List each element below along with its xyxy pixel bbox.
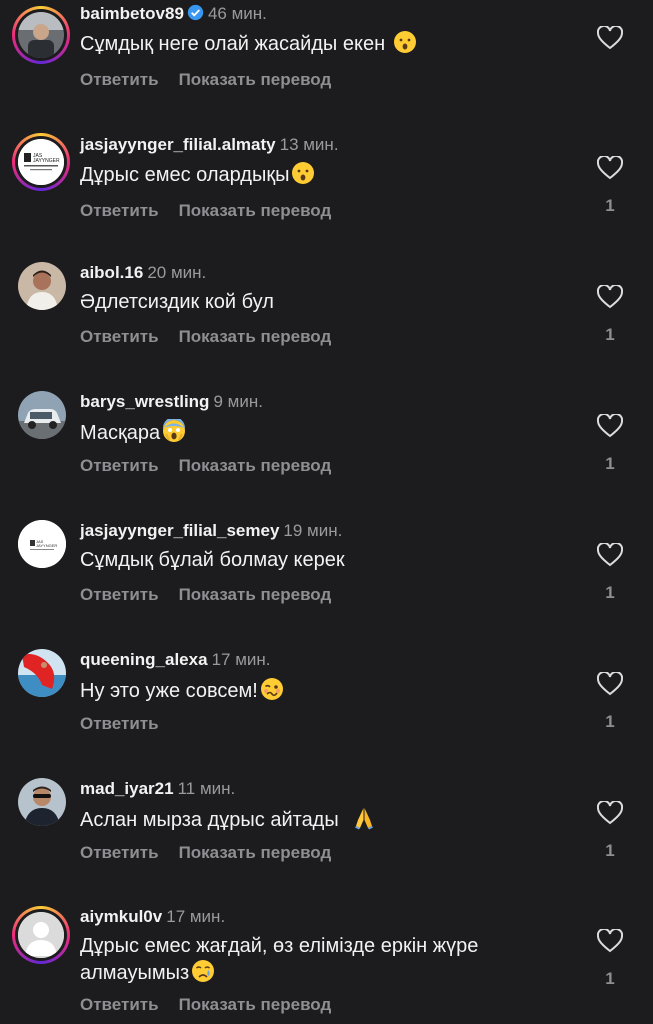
heart-icon[interactable] (597, 156, 623, 180)
man-sunglasses-avatar (18, 778, 66, 826)
like-count[interactable]: 1 (596, 583, 624, 603)
reply-button[interactable]: Ответить (80, 714, 159, 733)
like-count[interactable]: 1 (596, 454, 624, 474)
username[interactable]: jasjayynger_filial.almaty (80, 135, 276, 154)
show-translation-button[interactable]: Показать перевод (179, 843, 332, 862)
reply-button[interactable]: Ответить (80, 843, 159, 862)
username[interactable]: mad_iyar21 (80, 779, 174, 798)
username[interactable]: aibol.16 (80, 263, 143, 282)
show-translation-button[interactable]: Показать перевод (179, 201, 332, 220)
like-count[interactable]: 1 (596, 325, 624, 345)
folded-hands-icon (355, 808, 374, 830)
crying-face-icon (192, 960, 215, 982)
man-in-car-avatar (18, 12, 64, 58)
username[interactable]: barys_wrestling (80, 392, 209, 411)
avatar[interactable] (12, 778, 70, 836)
show-translation-button[interactable]: Показать перевод (179, 585, 332, 604)
username[interactable]: jasjayynger_filial_semey (80, 521, 279, 540)
comment-text: Әдлетсиздик кой бул (80, 291, 274, 313)
avatar[interactable]: JAS JAYYNGER (12, 520, 70, 578)
like-count[interactable]: 1 (596, 196, 624, 216)
reply-button[interactable]: Ответить (80, 585, 159, 604)
hushed-face-icon (393, 31, 416, 53)
reply-button[interactable]: Ответить (80, 327, 159, 346)
comment-text: Аслан мырза дұрыс айтады (80, 806, 550, 833)
avatar[interactable]: JAS JAYYNGER (12, 133, 70, 191)
comment-time: 13 мин. (279, 135, 339, 154)
hushed-face-icon (292, 162, 315, 184)
show-translation-button[interactable]: Показать перевод (179, 995, 332, 1014)
comment-time: 46 мин. (207, 4, 267, 23)
comment-text: Сұмдық бұлай болмау керек (80, 549, 345, 571)
avatar[interactable] (12, 6, 70, 64)
heart-icon[interactable] (597, 801, 623, 825)
avatar[interactable] (12, 649, 70, 707)
comment-time: 17 мин. (166, 907, 226, 926)
show-translation-button[interactable]: Показать перевод (179, 456, 332, 475)
reply-button[interactable]: Ответить (80, 70, 159, 89)
comment-text: Масқара (80, 419, 550, 446)
avatar[interactable] (12, 262, 70, 320)
comment-time: 17 мин. (211, 650, 271, 669)
username[interactable]: aiymkul0v (80, 907, 162, 926)
man-portrait-avatar (18, 262, 66, 310)
like-count[interactable]: 1 (596, 841, 624, 861)
heart-icon[interactable] (597, 285, 623, 309)
jas-jayynger-small-logo: JAS JAYYNGER (18, 520, 66, 568)
reply-button[interactable]: Ответить (80, 201, 159, 220)
default-user-avatar (18, 912, 64, 958)
verified-badge-icon (187, 4, 204, 21)
comment-text: Дұрыс емес олардықы (80, 161, 550, 188)
svg-text:JAYYNGER: JAYYNGER (36, 543, 57, 548)
comment-time: 11 мин. (177, 779, 236, 798)
reply-button[interactable]: Ответить (80, 995, 159, 1014)
comment-text: Дұрыс емес жағдай, өз елімізде еркін жүр… (80, 935, 479, 984)
heart-icon[interactable] (597, 543, 623, 567)
username[interactable]: baimbetov89 (80, 4, 184, 23)
screaming-face-icon (163, 419, 186, 442)
show-translation-button[interactable]: Показать перевод (179, 70, 332, 89)
username[interactable]: queening_alexa (80, 650, 208, 669)
heart-icon[interactable] (597, 414, 623, 438)
red-dress-sea-avatar (18, 649, 66, 697)
white-car-avatar (18, 391, 66, 439)
reply-button[interactable]: Ответить (80, 456, 159, 475)
heart-icon[interactable] (597, 672, 623, 696)
like-count[interactable]: 1 (596, 969, 624, 989)
avatar[interactable] (12, 391, 70, 449)
svg-text:JAYYNGER: JAYYNGER (33, 158, 60, 164)
jas-jayynger-logo: JAS JAYYNGER (18, 139, 64, 185)
comment-text: Ну это уже совсем! (80, 677, 550, 704)
comment-text: Сұмдық неге олай жасайды екен (80, 30, 550, 57)
show-translation-button[interactable]: Показать перевод (179, 327, 332, 346)
like-count[interactable]: 1 (596, 712, 624, 732)
avatar[interactable] (12, 906, 70, 964)
comment-time: 20 мин. (147, 263, 207, 282)
heart-icon[interactable] (597, 929, 623, 953)
comment-time: 19 мин. (283, 521, 343, 540)
comment-time: 9 мин. (213, 392, 263, 411)
heart-icon[interactable] (597, 26, 623, 50)
woozy-face-icon (260, 678, 283, 700)
